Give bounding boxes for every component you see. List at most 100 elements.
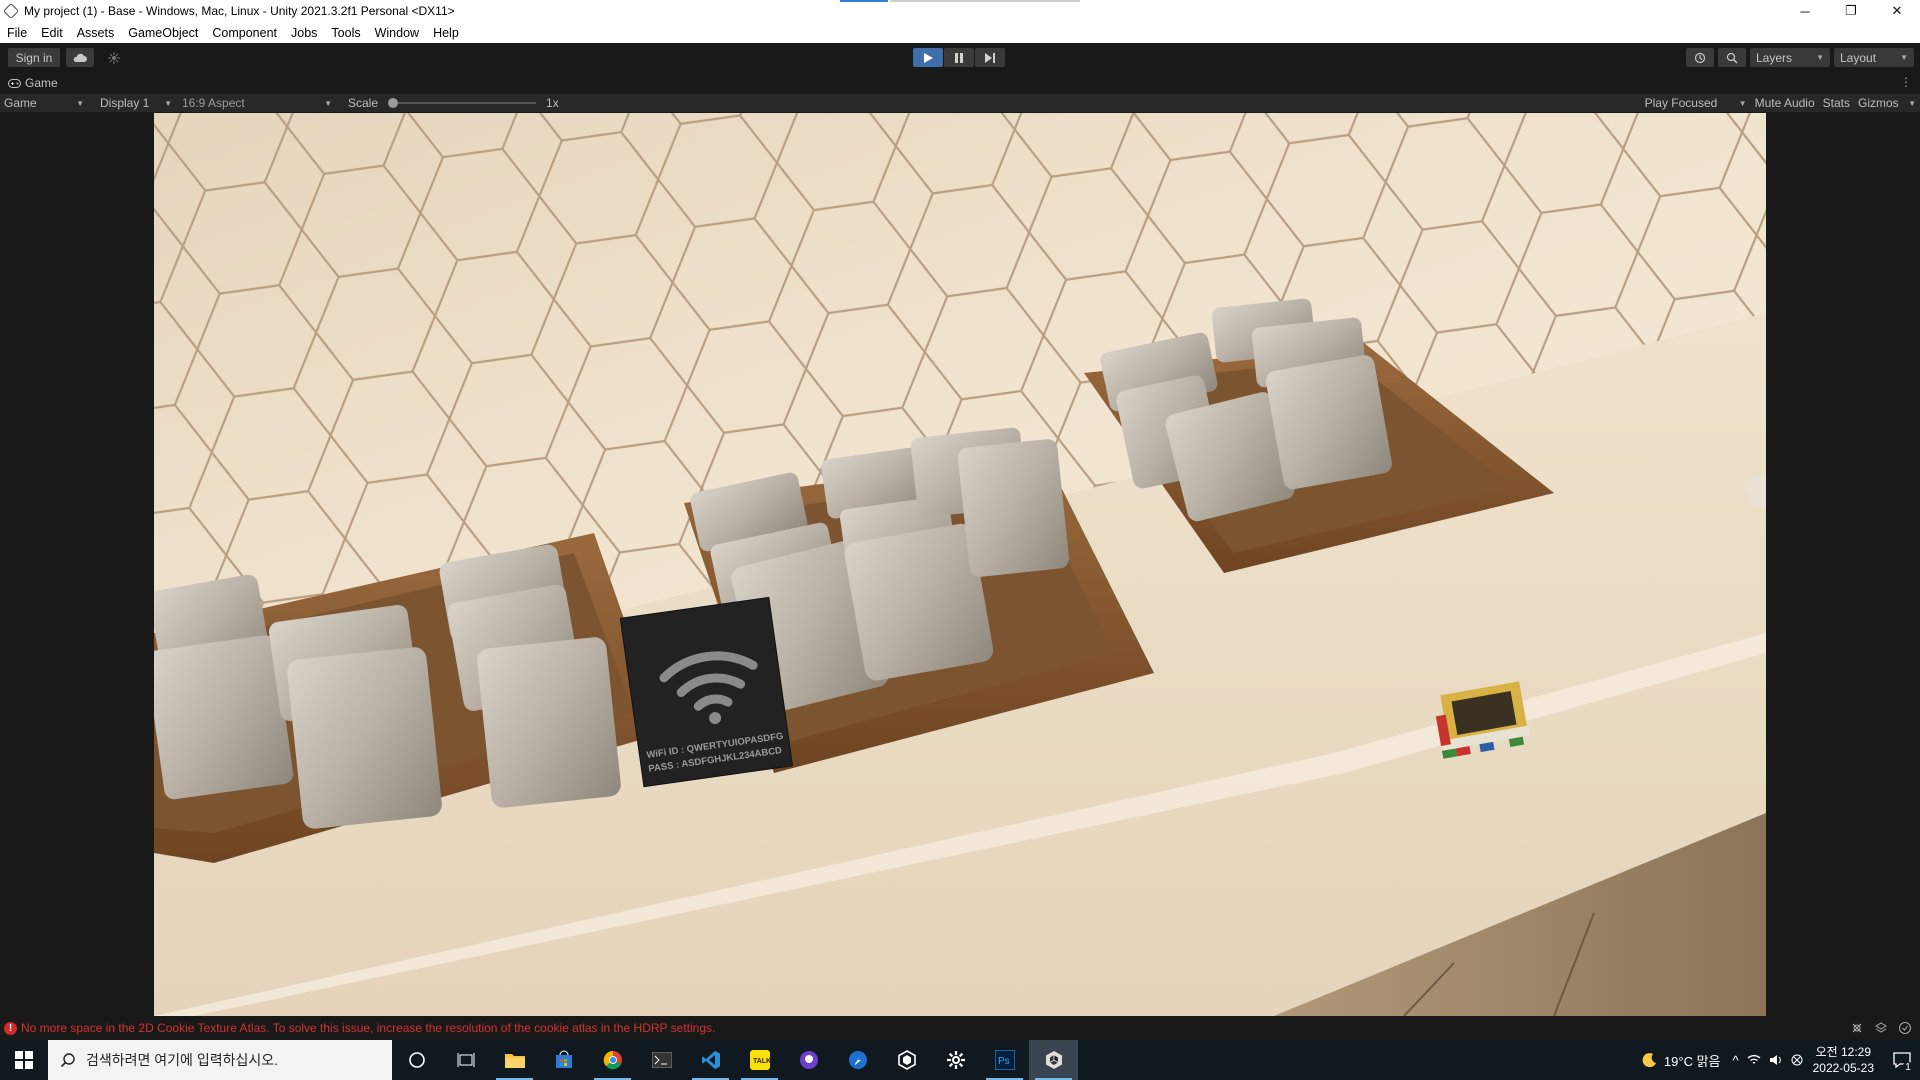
taskbar-photoshop[interactable]: Ps: [980, 1040, 1029, 1080]
layers-stack-icon[interactable]: [1874, 1021, 1888, 1035]
task-view-button[interactable]: [441, 1040, 490, 1080]
aspect-dropdown[interactable]: 16:9 Aspect ▼: [178, 94, 336, 112]
menu-component[interactable]: Component: [205, 26, 284, 40]
taskbar-unity-hub[interactable]: [882, 1040, 931, 1080]
display-dropdown[interactable]: Display 1 ▼: [96, 94, 176, 112]
weather-text[interactable]: 19°C 맑음: [1664, 1051, 1721, 1070]
debug-icon[interactable]: [1850, 1021, 1864, 1035]
notification-count: 1: [1902, 1062, 1914, 1074]
menu-tools[interactable]: Tools: [324, 26, 367, 40]
clock-date: 2022-05-23: [1812, 1061, 1874, 1075]
layers-dropdown[interactable]: Layers ▼: [1750, 48, 1830, 67]
scale-value: 1x: [546, 96, 559, 110]
chevron-down-icon: ▼: [1738, 98, 1747, 108]
gamepad-icon: [8, 78, 21, 88]
taskbar-file-explorer[interactable]: [490, 1040, 539, 1080]
menu-edit[interactable]: Edit: [34, 26, 70, 40]
menu-jobs[interactable]: Jobs: [284, 26, 324, 40]
moon-icon: [1642, 1053, 1656, 1068]
check-circle-icon[interactable]: [1898, 1021, 1912, 1035]
status-icons: [1850, 1021, 1912, 1035]
menu-bar: File Edit Assets GameObject Component Jo…: [0, 22, 1920, 43]
svg-text:Ps: Ps: [998, 1056, 1010, 1067]
title-accent: [840, 0, 888, 2]
taskbar-settings[interactable]: [931, 1040, 980, 1080]
step-button[interactable]: [975, 48, 1005, 67]
minimize-button[interactable]: ─: [1782, 0, 1828, 22]
pause-button[interactable]: [944, 48, 974, 67]
taskbar-unity-editor[interactable]: [1029, 1040, 1078, 1080]
chevron-down-icon: ▼: [1900, 53, 1908, 62]
sign-in-button[interactable]: Sign in: [8, 48, 60, 67]
taskbar-github[interactable]: [784, 1040, 833, 1080]
chevron-down-icon: ▼: [1816, 53, 1824, 62]
search-icon: [60, 1053, 75, 1068]
status-message: No more space in the 2D Cookie Texture A…: [21, 1021, 716, 1035]
taskbar-search-input[interactable]: 검색하려면 여기에 입력하십시오.: [48, 1040, 392, 1080]
menu-window[interactable]: Window: [368, 26, 426, 40]
store-icon: [555, 1050, 572, 1068]
sourcetree-icon: [848, 1051, 867, 1069]
stats-toggle[interactable]: Stats: [1819, 94, 1854, 112]
menu-gameobject[interactable]: GameObject: [121, 26, 205, 40]
scale-slider[interactable]: [388, 94, 537, 112]
game-mode-dropdown[interactable]: Game ▼: [0, 94, 88, 112]
clock[interactable]: 오전 12:29 2022-05-23: [1813, 1044, 1874, 1076]
aspect-label: 16:9 Aspect: [182, 96, 245, 110]
taskbar-vscode[interactable]: [686, 1040, 735, 1080]
history-button[interactable]: [1686, 48, 1714, 67]
cortana-button[interactable]: [392, 1040, 441, 1080]
clock-time: 오전 12:29: [1815, 1045, 1872, 1059]
taskbar-terminal[interactable]: [637, 1040, 686, 1080]
taskbar-sourcetree[interactable]: [833, 1040, 882, 1080]
folder-icon: [504, 1054, 525, 1068]
gear-icon: [946, 1051, 965, 1069]
search-button[interactable]: [1718, 48, 1746, 67]
layout-dropdown[interactable]: Layout ▼: [1834, 48, 1914, 67]
taskbar-store[interactable]: [539, 1040, 588, 1080]
taskbar: 검색하려면 여기에 입력하십시오. TALK Ps 19°C 맑음 ^ 오전 1…: [0, 1040, 1920, 1080]
wifi-icon[interactable]: [1747, 1054, 1761, 1066]
cloud-button[interactable]: [66, 48, 94, 67]
chevron-down-icon: ▼: [1908, 98, 1916, 108]
step-icon: [985, 52, 995, 63]
wifi-sign: WiFi ID : QWERTYUIOPASDFG PASS : ASDFGHJ…: [619, 596, 794, 788]
gizmos-dropdown[interactable]: Gizmos ▼: [1854, 94, 1920, 112]
search-placeholder: 검색하려면 여기에 입력하십시오.: [86, 1052, 278, 1068]
maximize-button[interactable]: ❐: [1828, 0, 1874, 22]
vscode-icon: [701, 1051, 720, 1069]
error-icon: !: [4, 1021, 17, 1035]
pause-icon: [955, 52, 963, 63]
close-button[interactable]: ✕: [1874, 0, 1920, 22]
more-options-icon[interactable]: ⋮: [1900, 75, 1912, 89]
mute-audio-toggle[interactable]: Mute Audio: [1751, 94, 1819, 112]
scale-slider-thumb[interactable]: [388, 98, 399, 108]
chevron-down-icon: ▼: [324, 98, 332, 108]
status-bar[interactable]: ! No more space in the 2D Cookie Texture…: [0, 1016, 1920, 1040]
start-button[interactable]: [0, 1040, 48, 1080]
unity-hub-icon: [897, 1050, 916, 1070]
chevron-down-icon: ▼: [76, 98, 84, 108]
unity-icon: [1045, 1051, 1062, 1069]
collab-button[interactable]: [100, 48, 128, 67]
play-focused-dropdown[interactable]: Play Focused ▼: [1641, 94, 1751, 112]
menu-help[interactable]: Help: [426, 26, 466, 40]
chrome-icon: [603, 1050, 622, 1070]
chevron-up-icon[interactable]: ^: [1733, 1053, 1739, 1068]
tab-game[interactable]: Game: [0, 72, 66, 94]
taskbar-chrome[interactable]: [588, 1040, 637, 1080]
language-icon[interactable]: [1791, 1054, 1803, 1066]
volume-icon[interactable]: [1769, 1054, 1783, 1066]
svg-text:TALK: TALK: [753, 1058, 770, 1065]
play-button[interactable]: [913, 48, 943, 67]
title-bar: My project (1) - Base - Windows, Mac, Li…: [0, 0, 1920, 22]
rendered-scene: WiFi ID : QWERTYUIOPASDFG PASS : ASDFGHJ…: [154, 113, 1766, 1016]
taskbar-kakaotalk[interactable]: TALK: [735, 1040, 784, 1080]
notification-button[interactable]: 1: [1884, 1040, 1920, 1080]
game-mode-label: Game: [4, 96, 37, 110]
menu-file[interactable]: File: [0, 26, 34, 40]
display-label: Display 1: [100, 96, 150, 110]
game-viewport[interactable]: WiFi ID : QWERTYUIOPASDFG PASS : ASDFGHJ…: [154, 113, 1766, 1016]
game-tab-strip: Game ⋮: [0, 72, 1920, 94]
menu-assets[interactable]: Assets: [70, 26, 122, 40]
